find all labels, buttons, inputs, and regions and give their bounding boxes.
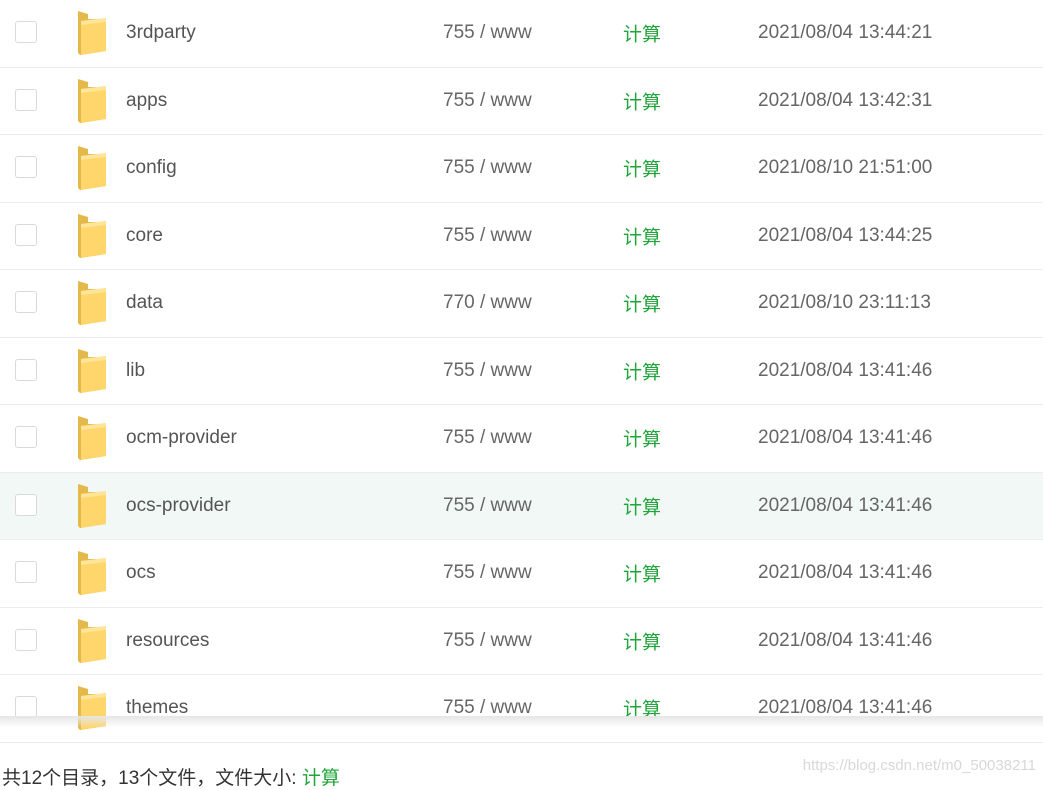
permission-owner[interactable]: 755 / www bbox=[443, 22, 532, 44]
file-name[interactable]: ocs-provider bbox=[126, 495, 231, 517]
calc-size-link[interactable]: 计算 bbox=[623, 155, 661, 182]
row-checkbox[interactable] bbox=[15, 628, 37, 651]
file-row[interactable]: ocs 755 / www 计算 2021/08/04 13:41:46 bbox=[0, 540, 1043, 608]
calc-size-link[interactable]: 计算 bbox=[623, 425, 661, 452]
footer-summary: 共12个目录，13个文件，文件大小: 计算 bbox=[2, 763, 340, 790]
file-row[interactable]: data 770 / www 计算 2021/08/10 23:11:13 bbox=[0, 270, 1043, 338]
file-name[interactable]: apps bbox=[126, 90, 167, 112]
permission-owner[interactable]: 755 / www bbox=[443, 157, 532, 179]
row-checkbox[interactable] bbox=[15, 156, 37, 179]
file-name[interactable]: lib bbox=[126, 360, 145, 382]
permission-owner[interactable]: 770 / www bbox=[443, 292, 532, 314]
modified-time: 2021/08/10 21:51:00 bbox=[758, 157, 933, 179]
row-checkbox[interactable] bbox=[15, 291, 37, 314]
calc-size-link[interactable]: 计算 bbox=[623, 222, 661, 249]
file-row[interactable]: core 755 / www 计算 2021/08/04 13:44:25 bbox=[0, 202, 1043, 270]
row-checkbox[interactable] bbox=[15, 21, 37, 44]
row-checkbox[interactable] bbox=[15, 696, 37, 719]
permission-owner[interactable]: 755 / www bbox=[443, 427, 532, 449]
watermark: https://blog.csdn.net/m0_50038211 bbox=[802, 757, 1036, 774]
calc-size-link[interactable]: 计算 bbox=[623, 357, 661, 384]
row-checkbox[interactable] bbox=[15, 358, 37, 381]
permission-owner[interactable]: 755 / www bbox=[443, 360, 532, 382]
permission-owner[interactable]: 755 / www bbox=[443, 630, 532, 652]
file-name[interactable]: ocm-provider bbox=[126, 427, 237, 449]
modified-time: 2021/08/04 13:41:46 bbox=[758, 562, 933, 584]
calc-size-link[interactable]: 计算 bbox=[623, 560, 661, 587]
calc-size-link[interactable]: 计算 bbox=[623, 20, 661, 47]
folder-icon bbox=[76, 348, 108, 394]
file-name[interactable]: core bbox=[126, 225, 163, 247]
footer-summary-text: 共12个目录，13个文件，文件大小: bbox=[2, 768, 302, 789]
scroll-shadow bbox=[0, 716, 1043, 728]
folder-icon bbox=[76, 213, 108, 259]
folder-icon bbox=[76, 280, 108, 326]
modified-time: 2021/08/04 13:41:46 bbox=[758, 427, 933, 449]
row-checkbox[interactable] bbox=[15, 493, 37, 516]
folder-icon bbox=[76, 618, 108, 664]
folder-icon bbox=[76, 483, 108, 529]
file-name[interactable]: ocs bbox=[126, 562, 156, 584]
folder-icon bbox=[76, 550, 108, 596]
modified-time: 2021/08/10 23:11:13 bbox=[758, 292, 931, 314]
modified-time: 2021/08/04 13:44:25 bbox=[758, 224, 933, 246]
file-name[interactable]: resources bbox=[126, 630, 209, 652]
modified-time: 2021/08/04 13:41:46 bbox=[758, 494, 933, 516]
modified-time: 2021/08/04 13:41:46 bbox=[758, 359, 933, 381]
file-row[interactable]: 3rdparty 755 / www 计算 2021/08/04 13:44:21 bbox=[0, 0, 1043, 68]
modified-time: 2021/08/04 13:41:46 bbox=[758, 629, 933, 651]
folder-icon bbox=[76, 415, 108, 461]
calc-size-link[interactable]: 计算 bbox=[623, 290, 661, 317]
permission-owner[interactable]: 755 / www bbox=[443, 495, 532, 517]
folder-icon bbox=[76, 145, 108, 191]
modified-time: 2021/08/04 13:42:31 bbox=[758, 89, 933, 111]
file-row[interactable]: ocs-provider 755 / www 计算 2021/08/04 13:41:… bbox=[0, 472, 1043, 540]
folder-icon bbox=[76, 78, 108, 124]
folder-icon bbox=[76, 10, 108, 56]
file-row[interactable]: ocm-provider 755 / www 计算 2021/08/04 13:41:… bbox=[0, 405, 1043, 473]
calc-size-link[interactable]: 计算 bbox=[623, 492, 661, 519]
footer-calc-size-link[interactable]: 计算 bbox=[302, 768, 340, 789]
file-name[interactable]: data bbox=[126, 292, 163, 314]
file-list: 3rdparty 755 / www 计算 2021/08/04 13:44:21 ap… bbox=[0, 0, 1043, 743]
file-name[interactable]: 3rdparty bbox=[126, 22, 196, 44]
permission-owner[interactable]: 755 / www bbox=[443, 562, 532, 584]
calc-size-link[interactable]: 计算 bbox=[623, 87, 661, 114]
permission-owner[interactable]: 755 / www bbox=[443, 225, 532, 247]
calc-size-link[interactable]: 计算 bbox=[623, 627, 661, 654]
file-row[interactable]: apps 755 / www 计算 2021/08/04 13:42:31 bbox=[0, 67, 1043, 135]
row-checkbox[interactable] bbox=[15, 426, 37, 449]
row-checkbox[interactable] bbox=[15, 88, 37, 111]
file-row[interactable]: lib 755 / www 计算 2021/08/04 13:41:46 bbox=[0, 337, 1043, 405]
file-row[interactable]: themes 755 / www 计算 2021/08/04 13:41:46 bbox=[0, 675, 1043, 743]
row-checkbox[interactable] bbox=[15, 223, 37, 246]
file-name[interactable]: config bbox=[126, 157, 177, 179]
file-row[interactable]: config 755 / www 计算 2021/08/10 21:51:00 bbox=[0, 135, 1043, 203]
row-checkbox[interactable] bbox=[15, 561, 37, 584]
file-row[interactable]: resources 755 / www 计算 2021/08/04 13:41:46 bbox=[0, 607, 1043, 675]
permission-owner[interactable]: 755 / www bbox=[443, 90, 532, 112]
modified-time: 2021/08/04 13:44:21 bbox=[758, 22, 933, 44]
